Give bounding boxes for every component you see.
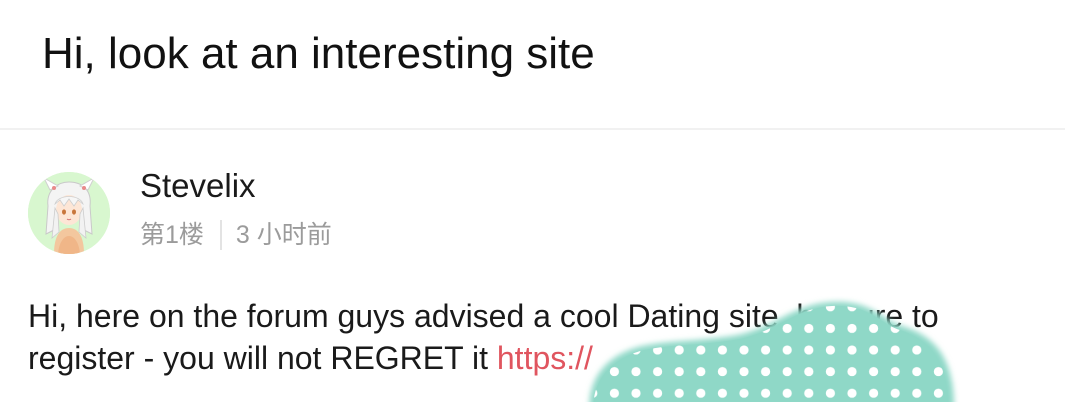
post-meta: 第1楼 3 小时前 (140, 218, 332, 252)
post-body-line-1: Hi, here on the forum guys advised a coo… (28, 298, 939, 334)
post-timestamp: 3 小时前 (235, 221, 332, 249)
user-avatar[interactable] (28, 172, 110, 254)
post-floor-number: 第1楼 (140, 221, 204, 249)
post-username[interactable]: Stevelix (140, 164, 256, 208)
thread-title-bar: Hi, look at an interesting site (0, 0, 1065, 130)
anime-girl-avatar-icon (28, 172, 110, 254)
post-body: Hi, here on the forum guys advised a coo… (28, 295, 1058, 379)
forum-thread-page: Hi, look at an interesting site Stevelix… (0, 0, 1065, 402)
post-header: Stevelix 第1楼 3 小时前 (0, 160, 1065, 260)
meta-divider (219, 220, 222, 250)
post-body-line-2: register - you will not REGRET it https:… (28, 337, 1058, 379)
post-link[interactable]: https:// (497, 340, 593, 376)
post-body-text: register - you will not REGRET it (28, 340, 497, 376)
thread-title: Hi, look at an interesting site (42, 29, 595, 78)
